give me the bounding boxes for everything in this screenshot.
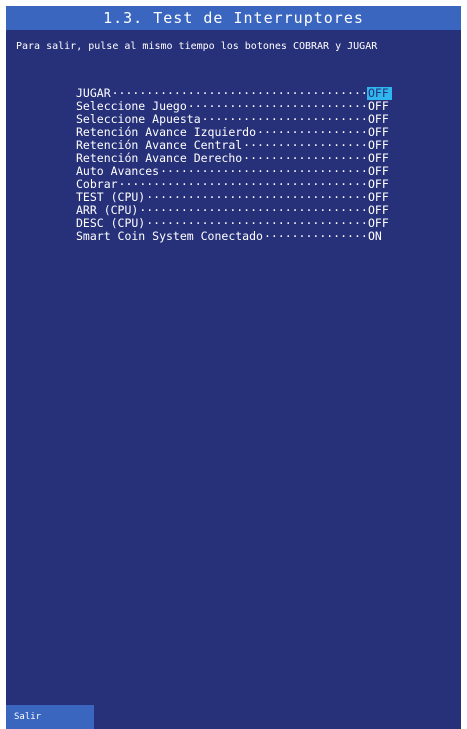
- switch-row-jugar[interactable]: JUGAR OFF: [76, 84, 392, 100]
- exit-instructions: Para salir, pulse al mismo tiempo los bo…: [16, 41, 378, 52]
- switch-row-smart-coin[interactable]: Smart Coin System Conectado ON: [76, 227, 392, 243]
- dot-leader: [264, 227, 366, 240]
- test-screen: 1.3. Test de Interruptores Para salir, p…: [6, 6, 461, 729]
- dot-leader: [243, 136, 366, 149]
- switch-list: JUGAR OFF Seleccione Juego OFF Seleccion…: [76, 84, 392, 243]
- switch-row-retencion-central[interactable]: Retención Avance Central OFF: [76, 136, 392, 152]
- dot-leader: [146, 188, 366, 201]
- switch-row-desc-cpu[interactable]: DESC (CPU) OFF: [76, 214, 392, 230]
- dot-leader: [243, 149, 366, 162]
- dot-leader: [119, 175, 366, 188]
- dot-leader: [139, 201, 366, 214]
- switch-row-seleccione-juego[interactable]: Seleccione Juego OFF: [76, 97, 392, 113]
- dot-leader: [257, 123, 366, 136]
- switch-row-seleccione-apuesta[interactable]: Seleccione Apuesta OFF: [76, 110, 392, 126]
- switch-row-auto-avances[interactable]: Auto Avances OFF: [76, 162, 392, 178]
- dot-leader: [188, 97, 366, 110]
- switch-state[interactable]: ON: [367, 230, 392, 243]
- dot-leader: [112, 84, 366, 97]
- switch-row-arr-cpu[interactable]: ARR (CPU) OFF: [76, 201, 392, 217]
- dot-leader: [202, 110, 366, 123]
- switch-row-test-cpu[interactable]: TEST (CPU) OFF: [76, 188, 392, 204]
- switch-row-cobrar[interactable]: Cobrar OFF: [76, 175, 392, 191]
- exit-button[interactable]: Salir: [6, 705, 94, 729]
- switch-label: Smart Coin System Conectado: [76, 229, 263, 243]
- dot-leader: [146, 214, 366, 227]
- dot-leader: [160, 162, 366, 175]
- page-title: 1.3. Test de Interruptores: [6, 6, 461, 30]
- switch-row-retencion-izquierdo[interactable]: Retención Avance Izquierdo OFF: [76, 123, 392, 139]
- switch-row-retencion-derecho[interactable]: Retención Avance Derecho OFF: [76, 149, 392, 165]
